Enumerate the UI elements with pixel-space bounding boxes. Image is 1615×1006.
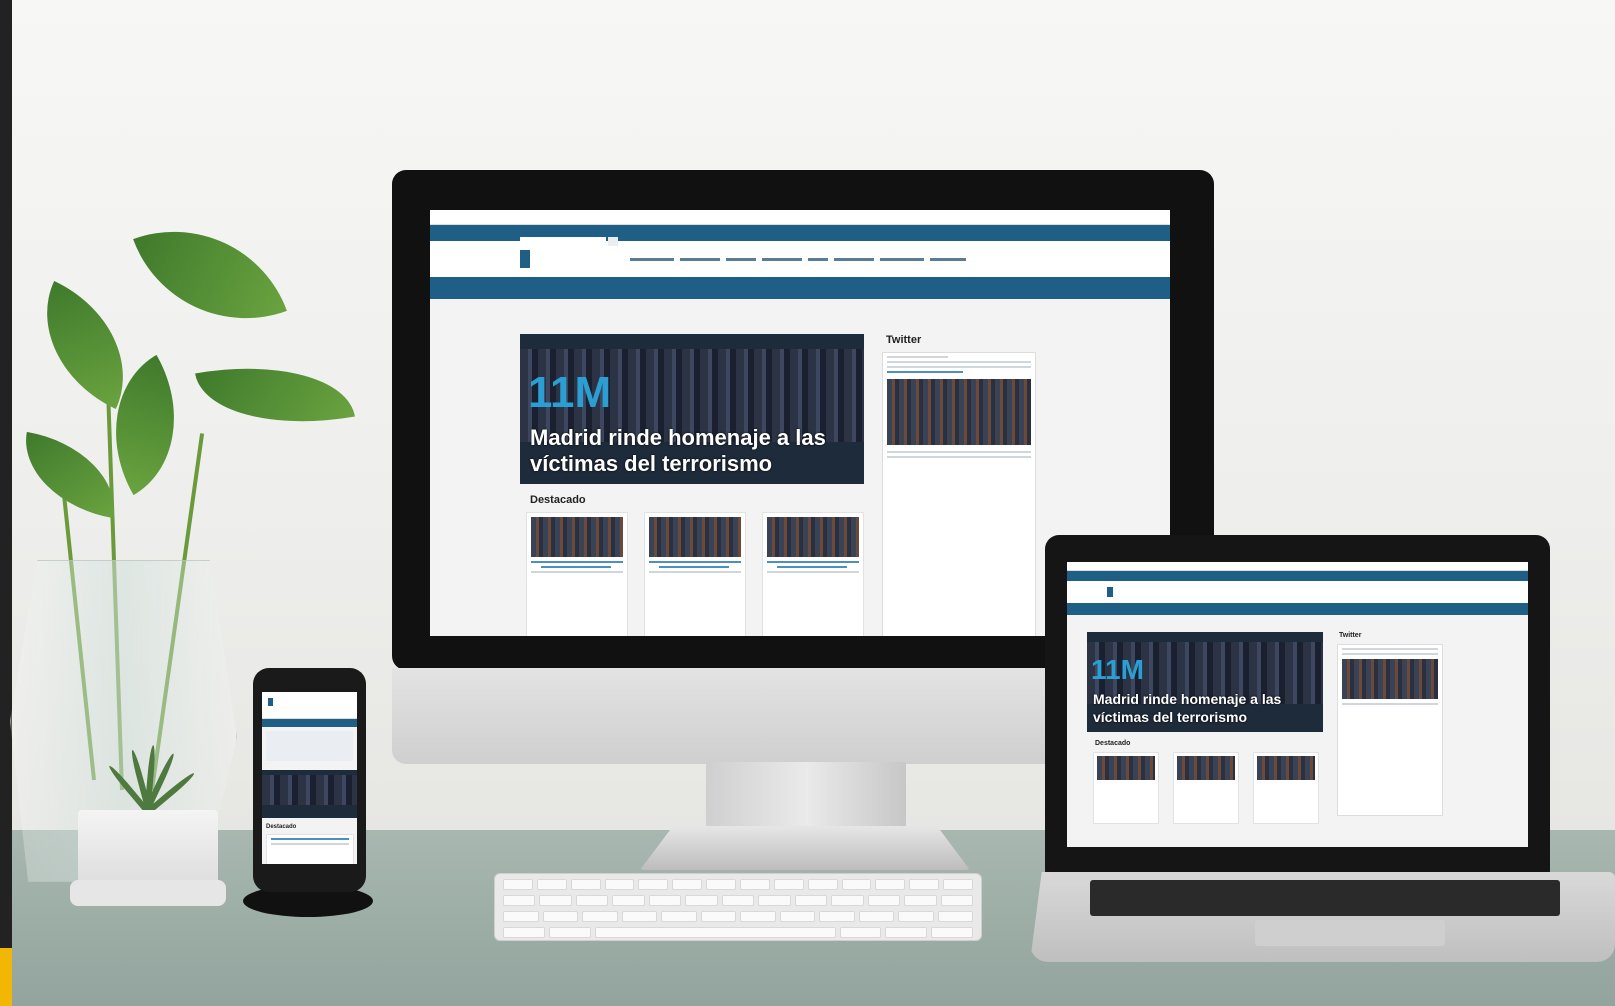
- tweet-text: [1342, 703, 1438, 705]
- nav-item[interactable]: [726, 257, 756, 261]
- site-logo: [520, 250, 590, 268]
- hero-tag: 11M: [528, 368, 612, 417]
- left-edge-strip: [0, 0, 12, 1006]
- mobile-menu[interactable]: [266, 731, 353, 761]
- hero-title-line2: víctimas del terrorismo: [530, 451, 773, 476]
- tweet-photo: [887, 379, 1031, 445]
- key-row: [503, 927, 973, 938]
- site-header: [1067, 581, 1528, 603]
- hero-title-line1: Madrid rinde homenaje a las: [530, 425, 826, 450]
- card-thumbnail: [767, 517, 859, 557]
- tweet-author: [887, 356, 948, 358]
- imac-stand-neck: [706, 762, 906, 832]
- card-thumbnail: [649, 517, 741, 557]
- tweet-text: [1342, 653, 1438, 655]
- key-row: [503, 911, 973, 922]
- hero-banner[interactable]: 11M Madrid rinde homenaje a las víctimas…: [1087, 632, 1323, 732]
- card-title: [271, 838, 349, 840]
- site-top-bar: [1067, 571, 1528, 581]
- site-logo: [268, 698, 304, 706]
- tweet-text: [887, 366, 1031, 368]
- twitter-feed[interactable]: [1337, 644, 1443, 816]
- card-text: [531, 571, 623, 573]
- hero-banner[interactable]: [262, 770, 357, 818]
- phone-screen: Destacado: [262, 692, 357, 864]
- tweet-text: [887, 456, 1031, 458]
- website-mockup-laptop: 11M Madrid rinde homenaje a las víctimas…: [1067, 562, 1528, 847]
- laptop-screen: 11M Madrid rinde homenaje a las víctimas…: [1067, 562, 1528, 847]
- news-ticker-bar: [1067, 603, 1528, 615]
- card-text: [767, 571, 859, 573]
- twitter-heading: Twitter: [886, 334, 922, 346]
- card-title: [777, 566, 847, 568]
- key-row: [503, 895, 974, 906]
- featured-heading: Destacado: [1095, 740, 1131, 747]
- nav-item[interactable]: [930, 257, 966, 261]
- imac-stand-foot: [640, 826, 970, 870]
- hero-photo: [262, 774, 357, 805]
- featured-card[interactable]: [1093, 752, 1159, 824]
- tweet-text: [1342, 648, 1438, 650]
- featured-heading: Destacado: [530, 494, 586, 506]
- nav-item[interactable]: [808, 257, 828, 261]
- browser-toolbar: [430, 210, 1170, 225]
- card-title: [541, 566, 611, 568]
- laptop-keyboard: [1090, 880, 1560, 916]
- featured-card[interactable]: [762, 512, 864, 636]
- card-text: [271, 843, 349, 845]
- card-text: [649, 571, 741, 573]
- card-title: [649, 561, 741, 563]
- card-title: [659, 566, 729, 568]
- twitter-feed[interactable]: [882, 352, 1036, 636]
- browser-toolbar: [1067, 562, 1528, 571]
- featured-card[interactable]: [526, 512, 628, 636]
- nav-item[interactable]: [880, 257, 924, 261]
- site-header: [430, 241, 1170, 277]
- nav-item[interactable]: [834, 257, 874, 261]
- tweet-text: [887, 361, 1031, 363]
- featured-card[interactable]: [266, 834, 354, 864]
- card-thumbnail: [1097, 756, 1155, 780]
- main-nav: [630, 257, 966, 261]
- pot-saucer: [70, 880, 226, 906]
- wireless-keyboard: [494, 873, 982, 941]
- nav-item[interactable]: [630, 257, 674, 261]
- hero-tag: 11M: [1091, 654, 1144, 685]
- site-top-bar: [262, 719, 357, 727]
- card-title: [767, 561, 859, 563]
- hero-title-line1: Madrid rinde homenaje a las: [1093, 691, 1282, 707]
- key-row: [503, 879, 974, 890]
- card-title: [531, 561, 623, 563]
- site-logo: [1107, 587, 1157, 597]
- tweet-text: [887, 451, 1031, 453]
- featured-card[interactable]: [1173, 752, 1239, 824]
- white-pot: [78, 810, 218, 890]
- corner-accent-mark: [0, 948, 12, 1006]
- featured-card[interactable]: [1253, 752, 1319, 824]
- site-top-bar: [430, 225, 1170, 246]
- nav-item[interactable]: [762, 257, 802, 261]
- hero-title-line2: víctimas del terrorismo: [1093, 709, 1248, 725]
- laptop-trackpad: [1255, 920, 1445, 946]
- news-ticker-bar: [430, 277, 1170, 299]
- nav-item[interactable]: [680, 257, 720, 261]
- hero-banner[interactable]: 11M Madrid rinde homenaje a las víctimas…: [520, 334, 864, 484]
- search-input[interactable]: [520, 237, 606, 246]
- featured-card[interactable]: [644, 512, 746, 636]
- site-header: [262, 698, 357, 719]
- featured-heading: Destacado: [266, 824, 297, 830]
- tweet-photo: [1342, 659, 1438, 699]
- card-thumbnail: [1257, 756, 1315, 780]
- card-thumbnail: [1177, 756, 1235, 780]
- search-icon[interactable]: [608, 237, 618, 246]
- website-mockup-mobile: Destacado: [262, 698, 357, 864]
- tweet-link[interactable]: [887, 371, 963, 373]
- twitter-heading: Twitter: [1339, 632, 1362, 639]
- card-thumbnail: [531, 517, 623, 557]
